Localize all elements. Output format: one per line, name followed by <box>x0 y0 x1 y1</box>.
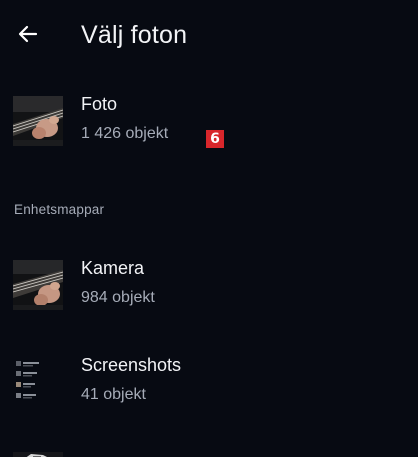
album-title: Foto <box>81 94 118 114</box>
album-item-count: 1 426 objekt <box>81 125 169 142</box>
guitar-photo-thumbnail <box>13 260 63 310</box>
album-thumbnail <box>13 357 63 407</box>
album-thumbnail <box>13 96 63 146</box>
album-item-count: 41 objekt <box>81 386 146 403</box>
screenshot-thumbnail <box>13 357 63 407</box>
album-title: Screenshots <box>81 355 182 375</box>
section-header: Enhetsmappar <box>14 202 105 217</box>
page-title: Välj foton <box>81 21 188 49</box>
album-thumbnail-partial <box>13 448 63 457</box>
app-bar: Välj foton <box>0 0 418 72</box>
guitar-photo-thumbnail <box>13 96 63 146</box>
album-title: Kamera <box>81 258 145 278</box>
number-badge: 6 <box>206 130 224 148</box>
album-item-count: 984 objekt <box>81 289 155 306</box>
album-thumbnail <box>13 260 63 310</box>
album-item-foto[interactable]: Foto 1 426 objekt <box>0 92 418 162</box>
arrow-left-icon <box>18 25 38 43</box>
back-button[interactable] <box>10 16 46 52</box>
photo-thumbnail <box>13 452 63 457</box>
album-item-screenshots[interactable]: Screenshots 41 objekt <box>0 353 418 423</box>
album-item-kamera[interactable]: Kamera 984 objekt <box>0 256 418 326</box>
